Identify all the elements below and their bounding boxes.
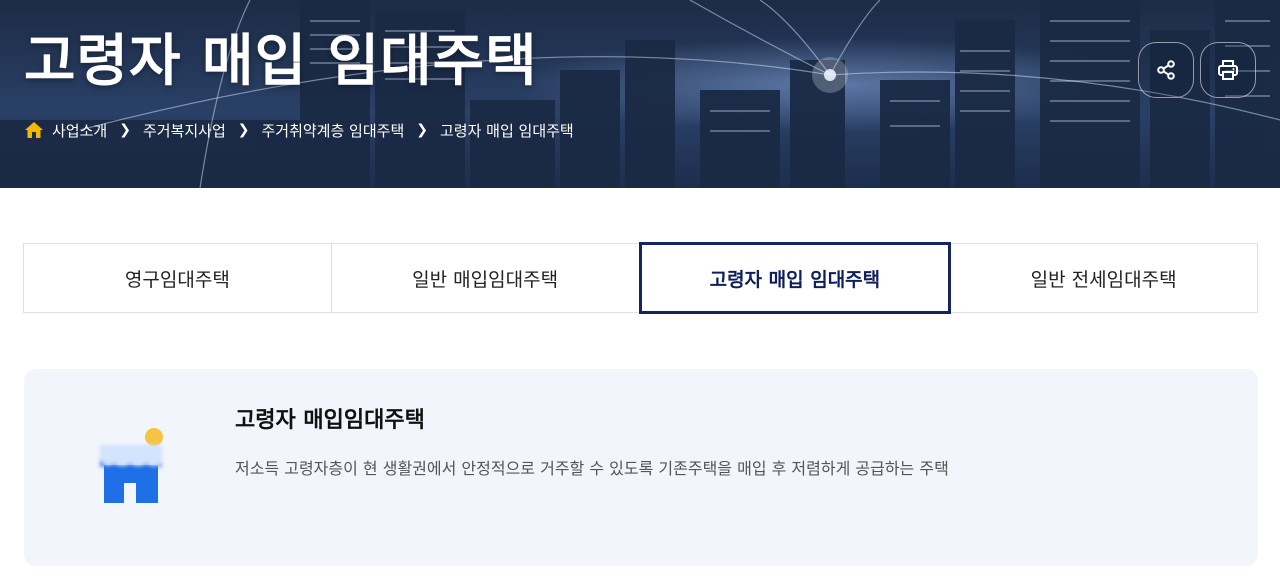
breadcrumb-item-vulnerable-rental[interactable]: 주거취약계층 임대주택 xyxy=(261,120,404,141)
chevron-right-icon: ❯ xyxy=(119,122,131,138)
tab-permanent-rental[interactable]: 영구임대주택 xyxy=(24,244,332,312)
tab-general-jeonse-rental[interactable]: 일반 전세임대주택 xyxy=(950,244,1257,312)
info-title: 고령자 매입임대주택 xyxy=(235,408,425,433)
home-icon[interactable] xyxy=(24,120,44,140)
breadcrumb-item-housing-welfare[interactable]: 주거복지사업 xyxy=(143,120,226,141)
tab-general-purchase-rental[interactable]: 일반 매입임대주택 xyxy=(332,244,640,312)
page-title: 고령자 매입 임대주택 xyxy=(24,29,538,94)
breadcrumb-item-business[interactable]: 사업소개 xyxy=(52,120,107,141)
info-card: 고령자 매입임대주택 저소득 고령자층이 현 생활권에서 안정적으로 거주할 수… xyxy=(24,369,1258,566)
share-button[interactable] xyxy=(1138,42,1194,98)
breadcrumb-item-current: 고령자 매입 임대주택 xyxy=(440,121,574,140)
chevron-right-icon: ❯ xyxy=(237,122,250,138)
print-icon xyxy=(1218,60,1238,80)
housing-type-tabs: 영구임대주택 일반 매입임대주택 고령자 매입 임대주택 일반 전세임대주택 xyxy=(23,242,1258,314)
info-description: 저소득 고령자층이 현 생활권에서 안정적으로 거주할 수 있도록 기존주택을 … xyxy=(235,459,949,478)
chevron-right-icon: ❯ xyxy=(416,122,428,138)
hero-banner: 고령자 매입 임대주택 사업소개 ❯ 주거복지사업 ❯ 주거취약계층 임대주택 … xyxy=(0,0,1280,188)
share-icon xyxy=(1157,60,1175,80)
breadcrumb: 사업소개 ❯ 주거복지사업 ❯ 주거취약계층 임대주택 ❯ 고령자 매입 임대주… xyxy=(24,118,574,142)
tab-elderly-purchase-rental[interactable]: 고령자 매입 임대주택 xyxy=(638,242,952,314)
house-icon xyxy=(100,428,163,503)
print-button[interactable] xyxy=(1200,42,1256,98)
